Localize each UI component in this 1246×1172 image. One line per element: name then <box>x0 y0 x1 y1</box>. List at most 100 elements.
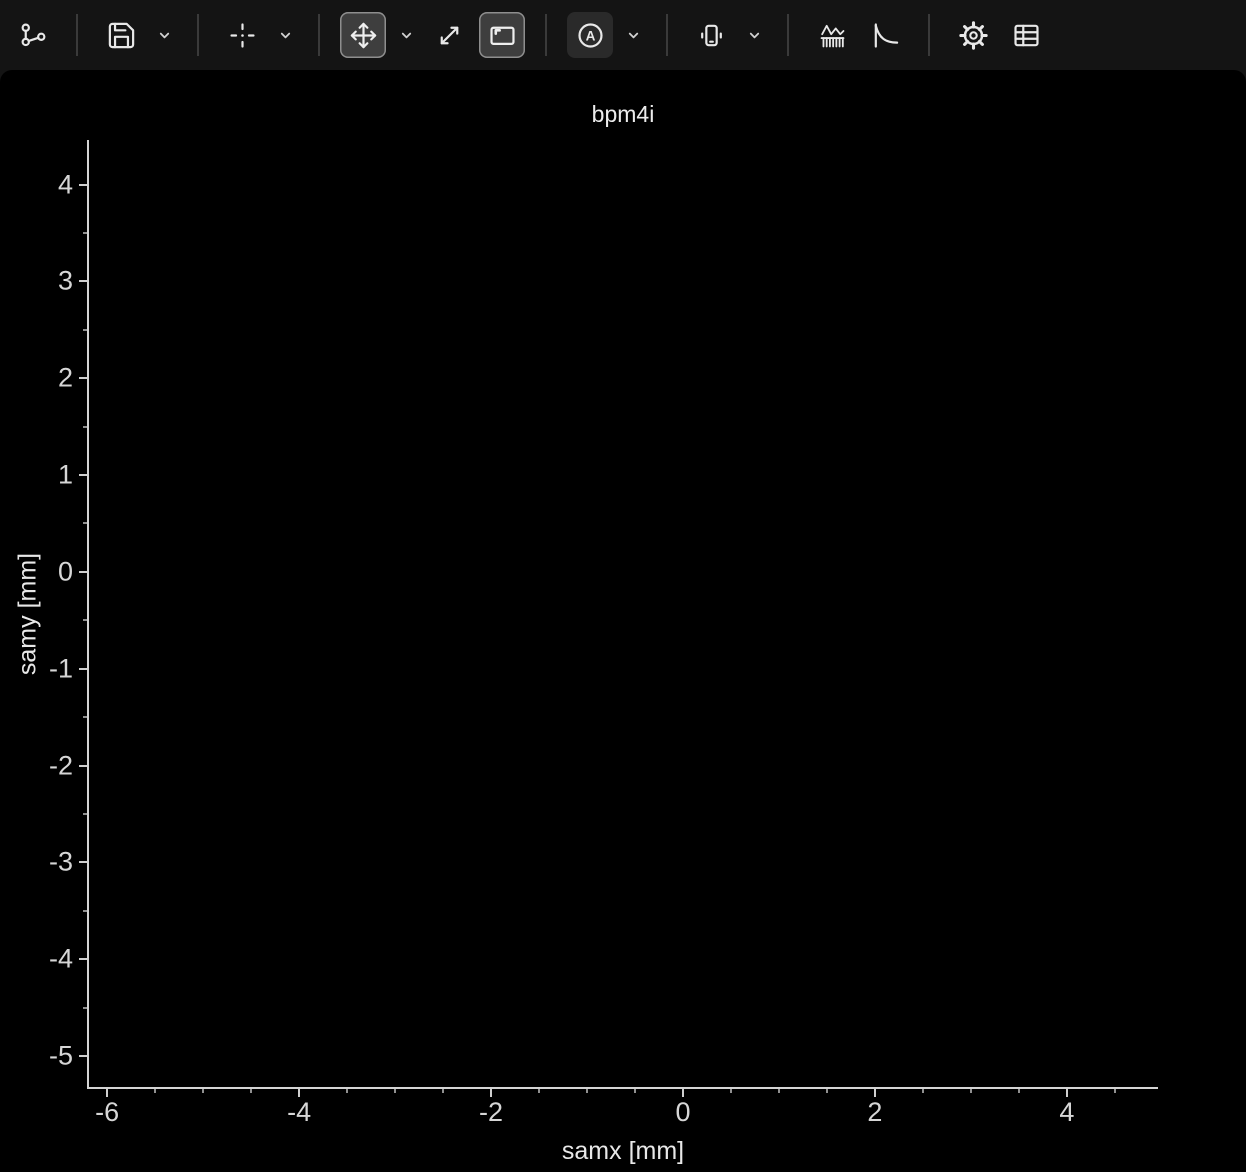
y-major-tick <box>79 377 87 379</box>
node-graph-icon <box>18 20 49 51</box>
x-tick-label: -4 <box>287 1097 311 1128</box>
x-minor-tick <box>826 1089 828 1093</box>
y-minor-tick <box>83 232 87 234</box>
x-major-tick <box>874 1089 876 1097</box>
y-tick-label: 1 <box>58 460 73 491</box>
x-minor-tick <box>778 1089 780 1093</box>
decay-curve-button[interactable] <box>862 12 908 58</box>
auto-range-button[interactable]: A <box>567 12 613 58</box>
crosshair-icon <box>227 20 258 51</box>
y-tick-label: -4 <box>49 944 73 975</box>
chevron-down-icon <box>625 27 642 44</box>
move-icon <box>348 20 379 51</box>
toolbar-separator <box>545 14 547 56</box>
x-minor-tick <box>538 1089 540 1093</box>
orientation-button[interactable] <box>688 12 734 58</box>
x-tick-label: 2 <box>867 1097 882 1128</box>
x-minor-tick <box>730 1089 732 1093</box>
x-minor-tick <box>394 1089 396 1093</box>
data-table-button[interactable] <box>1003 12 1049 58</box>
x-minor-tick <box>586 1089 588 1093</box>
x-minor-tick <box>250 1089 252 1093</box>
pan-mode-dropdown-button[interactable] <box>393 12 419 58</box>
orientation-dropdown-button[interactable] <box>741 12 767 58</box>
chevron-down-icon <box>277 27 294 44</box>
plot-title: bpm4i <box>0 101 1246 128</box>
x-minor-tick <box>922 1089 924 1093</box>
y-axis-line <box>87 140 89 1089</box>
device-portrait-icon <box>696 20 727 51</box>
toolbar-separator <box>76 14 78 56</box>
y-minor-tick <box>83 813 87 815</box>
circled-a-icon: A <box>575 20 606 51</box>
x-minor-tick <box>1114 1089 1116 1093</box>
y-tick-label: 0 <box>58 556 73 587</box>
y-major-tick <box>79 184 87 186</box>
toolbar-separator <box>928 14 930 56</box>
crosshair-button[interactable] <box>219 12 265 58</box>
y-major-tick <box>79 1055 87 1057</box>
x-minor-tick <box>1018 1089 1020 1093</box>
toolbar: A <box>0 0 1246 70</box>
x-tick-label: -6 <box>95 1097 119 1128</box>
save-button[interactable] <box>98 12 144 58</box>
x-axis-label: samx [mm] <box>88 1137 1158 1166</box>
y-tick-label: -3 <box>49 847 73 878</box>
y-tick-label: -1 <box>49 653 73 684</box>
x-tick-label: -2 <box>479 1097 503 1128</box>
x-tick-label: 0 <box>675 1097 690 1128</box>
plot-area[interactable]: -6-4-202443210-1-2-3-4-5 <box>88 140 1158 1088</box>
y-minor-tick <box>83 329 87 331</box>
x-minor-tick <box>442 1089 444 1093</box>
fft-button[interactable] <box>809 12 855 58</box>
y-minor-tick <box>83 1007 87 1009</box>
y-minor-tick <box>83 619 87 621</box>
save-icon <box>106 20 137 51</box>
y-axis-label: samy [mm] <box>14 553 43 675</box>
x-minor-tick <box>346 1089 348 1093</box>
x-axis-line <box>87 1087 1158 1089</box>
toolbar-separator <box>787 14 789 56</box>
chevron-down-icon <box>398 27 415 44</box>
y-tick-label: 4 <box>58 169 73 200</box>
x-minor-tick <box>154 1089 156 1093</box>
save-dropdown-button[interactable] <box>151 12 177 58</box>
y-minor-tick <box>83 426 87 428</box>
chevron-down-icon <box>156 27 173 44</box>
auto-range-dropdown-button[interactable] <box>620 12 646 58</box>
rectangle-select-icon <box>487 20 518 51</box>
x-major-tick <box>682 1089 684 1097</box>
y-major-tick <box>79 280 87 282</box>
svg-text:A: A <box>585 28 595 43</box>
node-graph-button[interactable] <box>10 12 56 58</box>
toolbar-separator <box>197 14 199 56</box>
x-major-tick <box>490 1089 492 1097</box>
toolbar-separator <box>318 14 320 56</box>
y-tick-label: -5 <box>49 1041 73 1072</box>
y-tick-label: 2 <box>58 363 73 394</box>
gear-icon <box>958 20 989 51</box>
pan-mode-button[interactable] <box>340 12 386 58</box>
x-major-tick <box>106 1089 108 1097</box>
settings-button[interactable] <box>950 12 996 58</box>
x-minor-tick <box>634 1089 636 1093</box>
x-minor-tick <box>970 1089 972 1093</box>
y-major-tick <box>79 474 87 476</box>
table-icon <box>1011 20 1042 51</box>
histogram-icon <box>817 20 848 51</box>
zoom-rect-mode-button[interactable] <box>479 12 525 58</box>
y-tick-label: -2 <box>49 750 73 781</box>
x-major-tick <box>1066 1089 1068 1097</box>
x-tick-label: 4 <box>1059 1097 1074 1128</box>
y-major-tick <box>79 765 87 767</box>
y-major-tick <box>79 958 87 960</box>
y-major-tick <box>79 668 87 670</box>
x-minor-tick <box>202 1089 204 1093</box>
plot-widget: bpm4i samy [mm] samx [mm] -6-4-202443210… <box>0 70 1246 1172</box>
diagonal-arrow-icon <box>434 20 465 51</box>
crosshair-dropdown-button[interactable] <box>272 12 298 58</box>
y-major-tick <box>79 861 87 863</box>
resize-button[interactable] <box>426 12 472 58</box>
toolbar-separator <box>666 14 668 56</box>
x-major-tick <box>298 1089 300 1097</box>
